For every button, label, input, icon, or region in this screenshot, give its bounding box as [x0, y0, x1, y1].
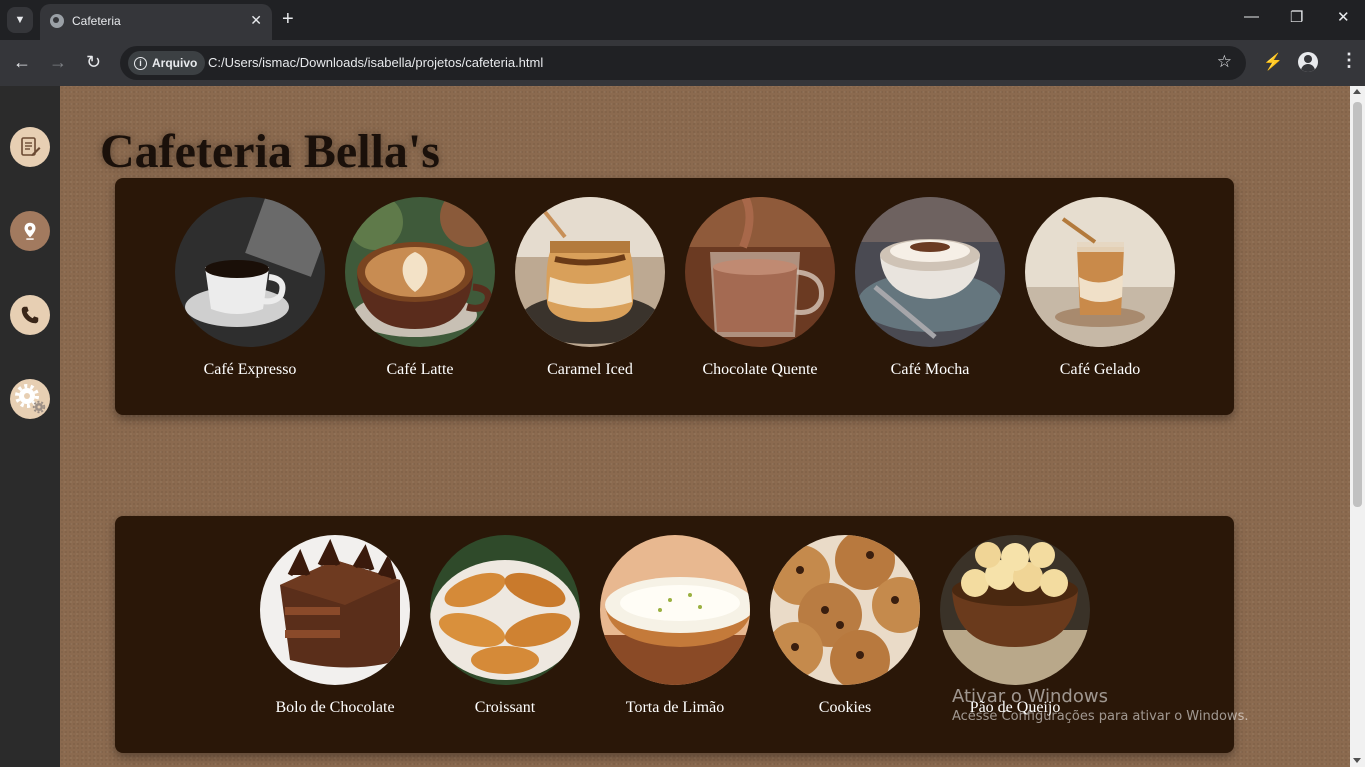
- menu-item-cafe-mocha[interactable]: Café Mocha: [855, 197, 1005, 379]
- tab-cafeteria[interactable]: Cafeteria ✕: [40, 4, 272, 40]
- phone-icon: [21, 306, 39, 324]
- menu-item-bolo-de-chocolate[interactable]: Bolo de Chocolate: [260, 535, 410, 717]
- tab-strip: ▼ Cafeteria ✕ + — ❐ ✕: [0, 0, 1365, 40]
- page-viewport: Cafeteria Bella's Café Expresso Café Lat…: [0, 86, 1365, 767]
- chevron-down-icon: ▼: [14, 14, 26, 26]
- sidebar-item-location[interactable]: [10, 211, 50, 251]
- menu-item-torta-de-limao[interactable]: Torta de Limão: [600, 535, 750, 717]
- close-window-icon[interactable]: ✕: [1337, 8, 1350, 26]
- cafe-latte-image: [345, 197, 495, 347]
- torta-de-limao-image: [600, 535, 750, 685]
- caramel-iced-image: [515, 197, 665, 347]
- browser-toolbar: ← → ↻ i Arquivo C:/Users/ismac/Downloads…: [0, 40, 1365, 86]
- menu-item-name: Chocolate Quente: [702, 361, 818, 378]
- bolo-de-chocolate-image: [260, 535, 410, 685]
- bookmark-star-icon[interactable]: ☆: [1217, 52, 1232, 72]
- more-menu-icon[interactable]: ⋮: [1340, 50, 1358, 71]
- cafe-expresso-image: [175, 197, 325, 347]
- chocolate-quente-image: [685, 197, 835, 347]
- menu-item-caramel-iced[interactable]: Caramel Iced: [515, 197, 665, 379]
- menu-item-cafe-gelado[interactable]: Café Gelado: [1025, 197, 1175, 379]
- new-tab-icon[interactable]: +: [282, 8, 294, 30]
- menu-item-name: Café Gelado: [1059, 361, 1141, 378]
- tab-search-button[interactable]: ▼: [7, 7, 33, 33]
- performance-icon[interactable]: ⚡: [1263, 52, 1283, 72]
- windows-activation-watermark: Ativar o Windows Acesse Configurações pa…: [952, 686, 1248, 724]
- back-arrow-icon[interactable]: ←: [13, 52, 31, 72]
- sidebar-item-phone[interactable]: [10, 295, 50, 335]
- sidebar-item-menu[interactable]: [10, 127, 50, 167]
- cafe-gelado-image: [1025, 197, 1175, 347]
- menu-item-name: Cookies: [818, 699, 872, 716]
- close-tab-icon[interactable]: ✕: [250, 12, 262, 29]
- info-icon: i: [134, 56, 147, 70]
- globe-icon: [50, 14, 64, 28]
- pao-de-queijo-image: [940, 535, 1090, 685]
- url-text[interactable]: C:/Users/ismac/Downloads/isabella/projet…: [208, 55, 543, 70]
- scrollbar-thumb[interactable]: [1353, 102, 1362, 507]
- page-content: Cafeteria Bella's Café Expresso Café Lat…: [60, 86, 1350, 767]
- sidebar: [0, 86, 60, 767]
- menu-item-cookies[interactable]: Cookies: [770, 535, 920, 717]
- drinks-panel: Café Expresso Café Latte Caramel Iced Ch…: [115, 178, 1234, 415]
- sidebar-item-settings[interactable]: [10, 379, 50, 419]
- restore-icon[interactable]: ❐: [1290, 8, 1303, 26]
- forward-arrow-icon[interactable]: →: [49, 52, 67, 72]
- menu-item-name: Bolo de Chocolate: [275, 699, 395, 716]
- cookies-image: [770, 535, 920, 685]
- menu-document-icon: [21, 137, 41, 156]
- profile-avatar-icon[interactable]: [1298, 52, 1318, 72]
- menu-item-cafe-expresso[interactable]: Café Expresso: [175, 197, 325, 379]
- reload-icon[interactable]: ↻: [86, 52, 101, 72]
- scroll-down-arrow-icon[interactable]: [1353, 758, 1361, 763]
- location-pin-icon: [24, 222, 36, 240]
- menu-item-name: Croissant: [474, 699, 536, 716]
- menu-item-name: Torta de Limão: [625, 699, 725, 716]
- cafe-mocha-image: [855, 197, 1005, 347]
- site-info-chip[interactable]: i Arquivo: [128, 51, 206, 75]
- minimize-icon[interactable]: —: [1244, 8, 1259, 25]
- tab-title: Cafeteria: [72, 14, 121, 28]
- menu-item-name: Café Mocha: [890, 361, 970, 378]
- settings-gear-icon: [15, 384, 46, 414]
- menu-item-chocolate-quente[interactable]: Chocolate Quente: [685, 197, 835, 379]
- site-info-label: Arquivo: [152, 56, 198, 70]
- croissant-image: [430, 535, 580, 685]
- watermark-title: Ativar o Windows: [952, 686, 1108, 707]
- vertical-scrollbar[interactable]: [1350, 86, 1365, 767]
- address-bar[interactable]: i Arquivo C:/Users/ismac/Downloads/isabe…: [120, 46, 1246, 80]
- scroll-up-arrow-icon[interactable]: [1353, 89, 1361, 94]
- page-title: Cafeteria Bella's: [100, 125, 440, 178]
- menu-item-name: Caramel Iced: [547, 361, 633, 378]
- menu-item-cafe-latte[interactable]: Café Latte: [345, 197, 495, 379]
- menu-item-name: Café Expresso: [203, 361, 297, 378]
- menu-item-name: Café Latte: [386, 361, 454, 378]
- watermark-subtitle: Acesse Configurações para ativar o Windo…: [952, 709, 1249, 724]
- menu-item-croissant[interactable]: Croissant: [430, 535, 580, 717]
